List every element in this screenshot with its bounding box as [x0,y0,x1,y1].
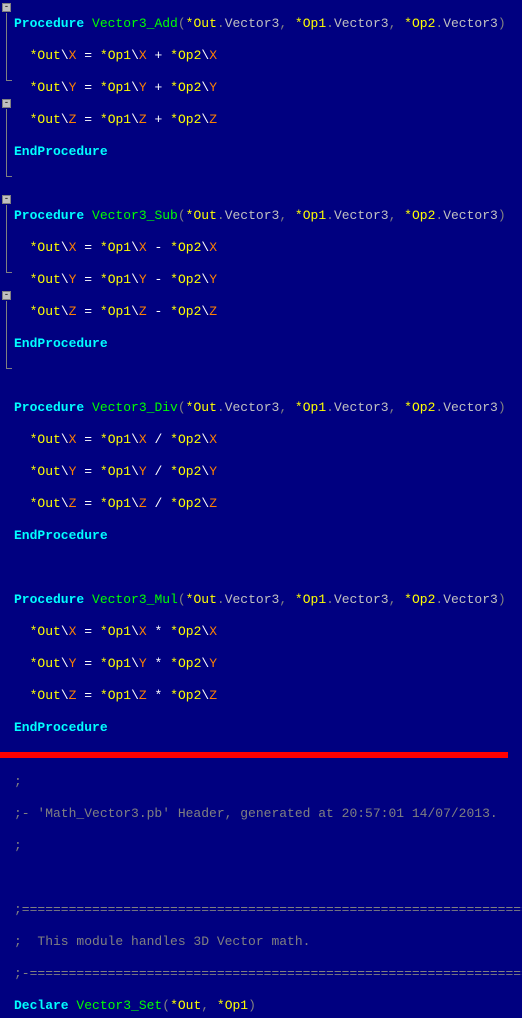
code-editor[interactable]: Procedure Vector3_Add(*Out.Vector3, *Op1… [14,0,522,1018]
code-line: *Out\X = *Op1\X / *Op2\X [14,432,522,448]
code-line: *Out\Z = *Op1\Z + *Op2\Z [14,112,522,128]
comment-line: ;- 'Math_Vector3.pb' Header, generated a… [14,806,522,822]
comment-line: ; This module handles 3D Vector math. [14,934,522,950]
code-line: EndProcedure [14,144,522,160]
fold-toggle-icon[interactable]: - [2,3,11,12]
fold-cap [6,368,12,369]
code-line: EndProcedure [14,528,522,544]
fold-line [6,109,7,177]
comment-line: ;=======================================… [14,902,522,918]
separator-bar [0,752,508,758]
code-line: *Out\X = *Op1\X * *Op2\X [14,624,522,640]
code-line: Procedure Vector3_Mul(*Out.Vector3, *Op1… [14,592,522,608]
code-line: *Out\Y = *Op1\Y - *Op2\Y [14,272,522,288]
comment-line: ; [14,774,522,790]
fold-line [6,301,7,369]
code-line: EndProcedure [14,336,522,352]
code-line: *Out\Y = *Op1\Y / *Op2\Y [14,464,522,480]
fold-toggle-icon[interactable]: - [2,291,11,300]
fold-cap [6,80,12,81]
comment-line: ; [14,838,522,854]
code-line: *Out\Z = *Op1\Z - *Op2\Z [14,304,522,320]
fold-line [6,13,7,81]
code-line: Procedure Vector3_Div(*Out.Vector3, *Op1… [14,400,522,416]
code-line: Procedure Vector3_Sub(*Out.Vector3, *Op1… [14,208,522,224]
fold-toggle-icon[interactable]: - [2,195,11,204]
comment-line: ;-======================================… [14,966,522,982]
fold-cap [6,272,12,273]
code-line: *Out\X = *Op1\X + *Op2\X [14,48,522,64]
code-line: Declare Vector3_Set(*Out, *Op1) [14,998,522,1014]
code-line: *Out\X = *Op1\X - *Op2\X [14,240,522,256]
code-line: *Out\Y = *Op1\Y + *Op2\Y [14,80,522,96]
code-line: EndProcedure [14,720,522,736]
code-line: *Out\Z = *Op1\Z * *Op2\Z [14,688,522,704]
fold-toggle-icon[interactable]: - [2,99,11,108]
code-line: *Out\Z = *Op1\Z / *Op2\Z [14,496,522,512]
code-line: *Out\Y = *Op1\Y * *Op2\Y [14,656,522,672]
fold-line [6,205,7,273]
code-line: Procedure Vector3_Add(*Out.Vector3, *Op1… [14,16,522,32]
fold-cap [6,176,12,177]
fold-gutter: - - - - [0,0,14,509]
